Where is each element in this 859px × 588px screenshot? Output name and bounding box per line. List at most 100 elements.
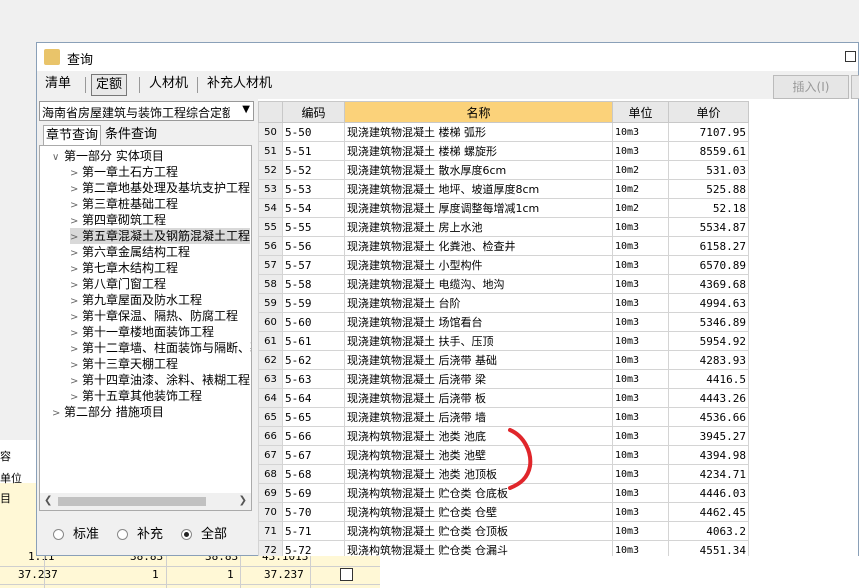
table-row[interactable]: 56 5-56 现浇建筑物混凝土 化粪池、检查井 10m3 6158.27: [258, 236, 749, 256]
bg-label-rong: 容: [0, 450, 11, 463]
cell-name: 现浇建筑物混凝土 后浇带 板: [344, 388, 613, 408]
app-icon: [44, 49, 60, 65]
cell-code: 5-69: [282, 483, 345, 503]
tree-item[interactable]: > 第二部分 措施项目: [52, 404, 164, 420]
row-index: 66: [258, 426, 283, 446]
tree-item[interactable]: > 第五章混凝土及钢筋混凝土工程: [70, 228, 251, 244]
tree-item[interactable]: > 第十三章天棚工程: [70, 356, 178, 372]
tree-item[interactable]: > 第四章砌筑工程: [70, 212, 166, 228]
scroll-right-icon[interactable]: ❯: [239, 495, 247, 506]
cell-price: 4063.2: [668, 521, 749, 541]
cell-code: 5-61: [282, 331, 345, 351]
tab-buchong-rencaiji[interactable]: 补充人材机: [207, 74, 272, 94]
table-row[interactable]: 65 5-65 现浇建筑物混凝土 后浇带 墙 10m3 4536.66: [258, 407, 749, 427]
table-row[interactable]: 69 5-69 现浇构筑物混凝土 贮仓类 仓底板 10m3 4446.03: [258, 483, 749, 503]
tree-item[interactable]: > 第八章门窗工程: [70, 276, 166, 292]
tab-dinge[interactable]: 定额: [91, 74, 128, 96]
header-unit[interactable]: 单位: [612, 101, 669, 123]
table-row[interactable]: 51 5-51 现浇建筑物混凝土 楼梯 螺旋形 10m3 8559.61: [258, 141, 749, 161]
tree-item[interactable]: > 第十四章油漆、涂料、裱糊工程: [70, 372, 250, 388]
table-row[interactable]: 52 5-52 现浇建筑物混凝土 散水厚度6cm 10m2 531.03: [258, 160, 749, 180]
tree-item[interactable]: > 第十一章楼地面装饰工程: [70, 324, 214, 340]
header-name[interactable]: 名称: [344, 101, 613, 123]
scroll-thumb[interactable]: [58, 497, 206, 506]
cell-price: 8559.61: [668, 141, 749, 161]
scroll-left-icon[interactable]: ❮: [44, 495, 52, 506]
tree-item[interactable]: > 第三章桩基础工程: [70, 196, 178, 212]
table-row[interactable]: 59 5-59 现浇建筑物混凝土 台阶 10m3 4994.63: [258, 293, 749, 313]
bg-checkbox[interactable]: [340, 568, 353, 581]
tree-item-label: 第六章金属结构工程: [82, 245, 191, 259]
cell-name: 现浇建筑物混凝土 小型构件: [344, 255, 613, 275]
row-index: 56: [258, 236, 283, 256]
secondary-button[interactable]: [851, 75, 859, 99]
tab-rencaiji[interactable]: 人材机: [149, 74, 188, 94]
tree-item[interactable]: > 第十章保温、隔热、防腐工程: [70, 308, 238, 324]
tab-qingdan[interactable]: 清单: [45, 74, 71, 94]
table-row[interactable]: 62 5-62 现浇建筑物混凝土 后浇带 基础 10m3 4283.93: [258, 350, 749, 370]
row-index: 67: [258, 445, 283, 465]
row-index: 69: [258, 483, 283, 503]
table-row[interactable]: 60 5-60 现浇建筑物混凝土 场馆看台 10m3 5346.89: [258, 312, 749, 332]
tree-item[interactable]: >第十二章墙、柱面装饰与隔断、幕墙: [70, 340, 251, 356]
cell-price: 5346.89: [668, 312, 749, 332]
cell-price: 3945.27: [668, 426, 749, 446]
cell-price: 5534.87: [668, 217, 749, 237]
table-row[interactable]: 64 5-64 现浇建筑物混凝土 后浇带 板 10m3 4443.26: [258, 388, 749, 408]
table-row[interactable]: 55 5-55 现浇建筑物混凝土 房上水池 10m3 5534.87: [258, 217, 749, 237]
table-row[interactable]: 57 5-57 现浇建筑物混凝土 小型构件 10m3 6570.89: [258, 255, 749, 275]
row-index: 71: [258, 521, 283, 541]
table-row[interactable]: 72 5-72 现浇构筑物混凝土 贮仓类 仓漏斗 10m3 4551.34: [258, 540, 749, 556]
header-price[interactable]: 单价: [668, 101, 749, 123]
table-row[interactable]: 53 5-53 现浇建筑物混凝土 地坪、坡道厚度8cm 10m2 525.88: [258, 179, 749, 199]
row-index: 63: [258, 369, 283, 389]
radio-all[interactable]: 全部: [181, 523, 227, 542]
tree-item[interactable]: ∨ 第一部分 实体项目: [52, 148, 164, 164]
tree-item[interactable]: > 第一章土石方工程: [70, 164, 178, 180]
quota-table: 编码 名称 单位 单价 50 5-50 现浇建筑物混凝土 楼梯 弧形 10m3 7107…: [258, 101, 749, 556]
tree-item[interactable]: > 第六章金属结构工程: [70, 244, 190, 260]
table-row[interactable]: 68 5-68 现浇构筑物混凝土 池类 池顶板 10m3 4234.71: [258, 464, 749, 484]
maximize-icon[interactable]: [845, 51, 856, 62]
cell-unit: 10m2: [612, 179, 669, 199]
header-index: [258, 101, 283, 123]
table-row[interactable]: 63 5-63 现浇建筑物混凝土 后浇带 梁 10m3 4416.5: [258, 369, 749, 389]
cell-price: 4416.5: [668, 369, 749, 389]
tab-chapter-query[interactable]: 章节查询: [43, 125, 102, 145]
chevron-down-icon[interactable]: ∨: [52, 150, 64, 166]
cell-code: 5-62: [282, 350, 345, 370]
cell-unit: 10m2: [612, 198, 669, 218]
insert-button[interactable]: 插入(I): [773, 75, 849, 99]
table-row[interactable]: 58 5-58 现浇建筑物混凝土 电缆沟、地沟 10m3 4369.68: [258, 274, 749, 294]
main-tabs: 清单 定额 人材机 补充人材机: [37, 71, 858, 97]
header-code[interactable]: 编码: [282, 101, 345, 123]
table-row[interactable]: 66 5-66 现浇构筑物混凝土 池类 池底 10m3 3945.27: [258, 426, 749, 446]
table-row[interactable]: 54 5-54 现浇建筑物混凝土 厚度调整每增减1cm 10m2 52.18: [258, 198, 749, 218]
tab-condition-query[interactable]: 条件查询: [103, 125, 159, 144]
tree-item[interactable]: > 第二章地基处理及基坑支护工程: [70, 180, 250, 196]
cell-unit: 10m3: [612, 521, 669, 541]
chevron-right-icon[interactable]: >: [52, 406, 64, 422]
table-row[interactable]: 71 5-71 现浇构筑物混凝土 贮仓类 仓顶板 10m3 4063.2: [258, 521, 749, 541]
tree-item[interactable]: > 第七章木结构工程: [70, 260, 178, 276]
cell-unit: 10m3: [612, 464, 669, 484]
cell-code: 5-51: [282, 141, 345, 161]
cell-name: 现浇建筑物混凝土 散水厚度6cm: [344, 160, 613, 180]
cell-price: 7107.95: [668, 122, 749, 142]
table-row[interactable]: 67 5-67 现浇构筑物混凝土 池类 池壁 10m3 4394.98: [258, 445, 749, 465]
cell-price: 4462.45: [668, 502, 749, 522]
tree-item[interactable]: > 第十五章其他装饰工程: [70, 388, 202, 404]
row-index: 57: [258, 255, 283, 275]
cell-price: 525.88: [668, 179, 749, 199]
radio-standard[interactable]: 标准: [53, 523, 99, 542]
table-row[interactable]: 50 5-50 现浇建筑物混凝土 楼梯 弧形 10m3 7107.95: [258, 122, 749, 142]
quota-library-select[interactable]: 海南省房屋建筑与装饰工程综合定额 ▼: [39, 101, 254, 121]
horizontal-scrollbar[interactable]: ❮ ❯: [39, 493, 252, 511]
tree-item[interactable]: > 第九章屋面及防水工程: [70, 292, 202, 308]
query-window: 查询 清单 定额 人材机 补充人材机 插入(I) 海南省房屋建筑与装饰工程综合定…: [36, 42, 859, 556]
table-row[interactable]: 70 5-70 现浇构筑物混凝土 贮仓类 仓壁 10m3 4462.45: [258, 502, 749, 522]
radio-supplement[interactable]: 补充: [117, 523, 163, 542]
filter-radio-group: 标准 补充 全部: [39, 519, 254, 543]
table-row[interactable]: 61 5-61 现浇建筑物混凝土 扶手、压顶 10m3 5954.92: [258, 331, 749, 351]
cell-price: 531.03: [668, 160, 749, 180]
